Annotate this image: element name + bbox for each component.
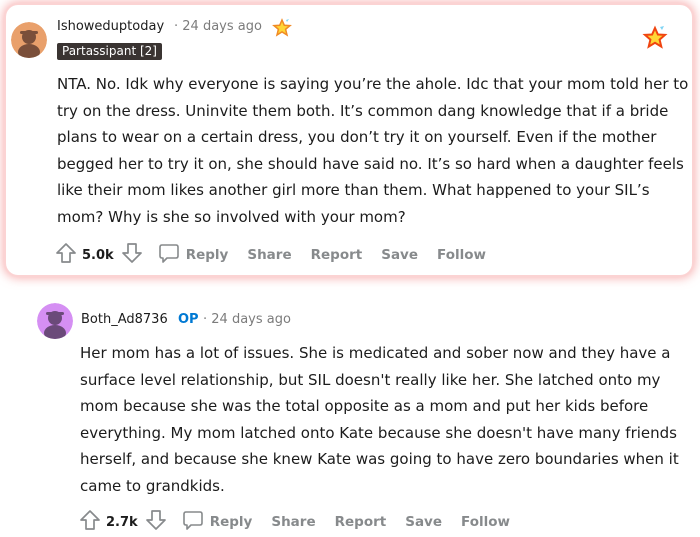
save-button[interactable]: Save — [381, 247, 418, 263]
vote-score: 5.0k — [82, 247, 114, 263]
report-button[interactable]: Report — [335, 514, 387, 530]
comment-timestamp: · 24 days ago — [203, 312, 291, 327]
vote-score: 2.7k — [106, 514, 138, 530]
chat-bubble-icon — [158, 242, 180, 268]
username[interactable]: Both_Ad8736 — [81, 312, 168, 327]
reply-label: Reply — [209, 514, 253, 530]
comment-body: NTA. No. Idk why everyone is saying you’… — [57, 75, 689, 226]
avatar[interactable] — [37, 303, 73, 339]
reply-label: Reply — [185, 247, 229, 263]
username[interactable]: Ishoweduptoday — [57, 19, 164, 34]
share-button[interactable]: Share — [271, 514, 315, 530]
comment-actions: 2.7k Reply Share Report Save Follow — [78, 507, 529, 537]
avatar[interactable] — [11, 22, 47, 58]
follow-button[interactable]: Follow — [461, 514, 510, 530]
share-button[interactable]: Share — [247, 247, 291, 263]
reply-button[interactable]: Reply — [158, 242, 229, 268]
reply-button[interactable]: Reply — [182, 509, 253, 535]
follow-button[interactable]: Follow — [437, 247, 486, 263]
comment-timestamp: · 24 days ago — [174, 19, 262, 34]
arrow-up-icon[interactable] — [54, 241, 78, 269]
report-button[interactable]: Report — [311, 247, 363, 263]
arrow-down-icon[interactable] — [120, 241, 144, 269]
user-flair: Partassipant [2] — [57, 43, 162, 60]
op-badge: OP — [178, 312, 199, 327]
vote-control: 5.0k — [54, 241, 144, 269]
comment-body: Her mom has a lot of issues. She is medi… — [80, 344, 679, 495]
chat-bubble-icon — [182, 509, 204, 535]
arrow-down-icon[interactable] — [144, 508, 168, 536]
award-icon[interactable] — [272, 18, 292, 42]
arrow-up-icon[interactable] — [78, 508, 102, 536]
comment-actions: 5.0k Reply Share Report Save Follow — [54, 240, 505, 270]
save-button[interactable]: Save — [405, 514, 442, 530]
vote-control: 2.7k — [78, 508, 168, 536]
star-award-icon[interactable] — [642, 25, 668, 55]
